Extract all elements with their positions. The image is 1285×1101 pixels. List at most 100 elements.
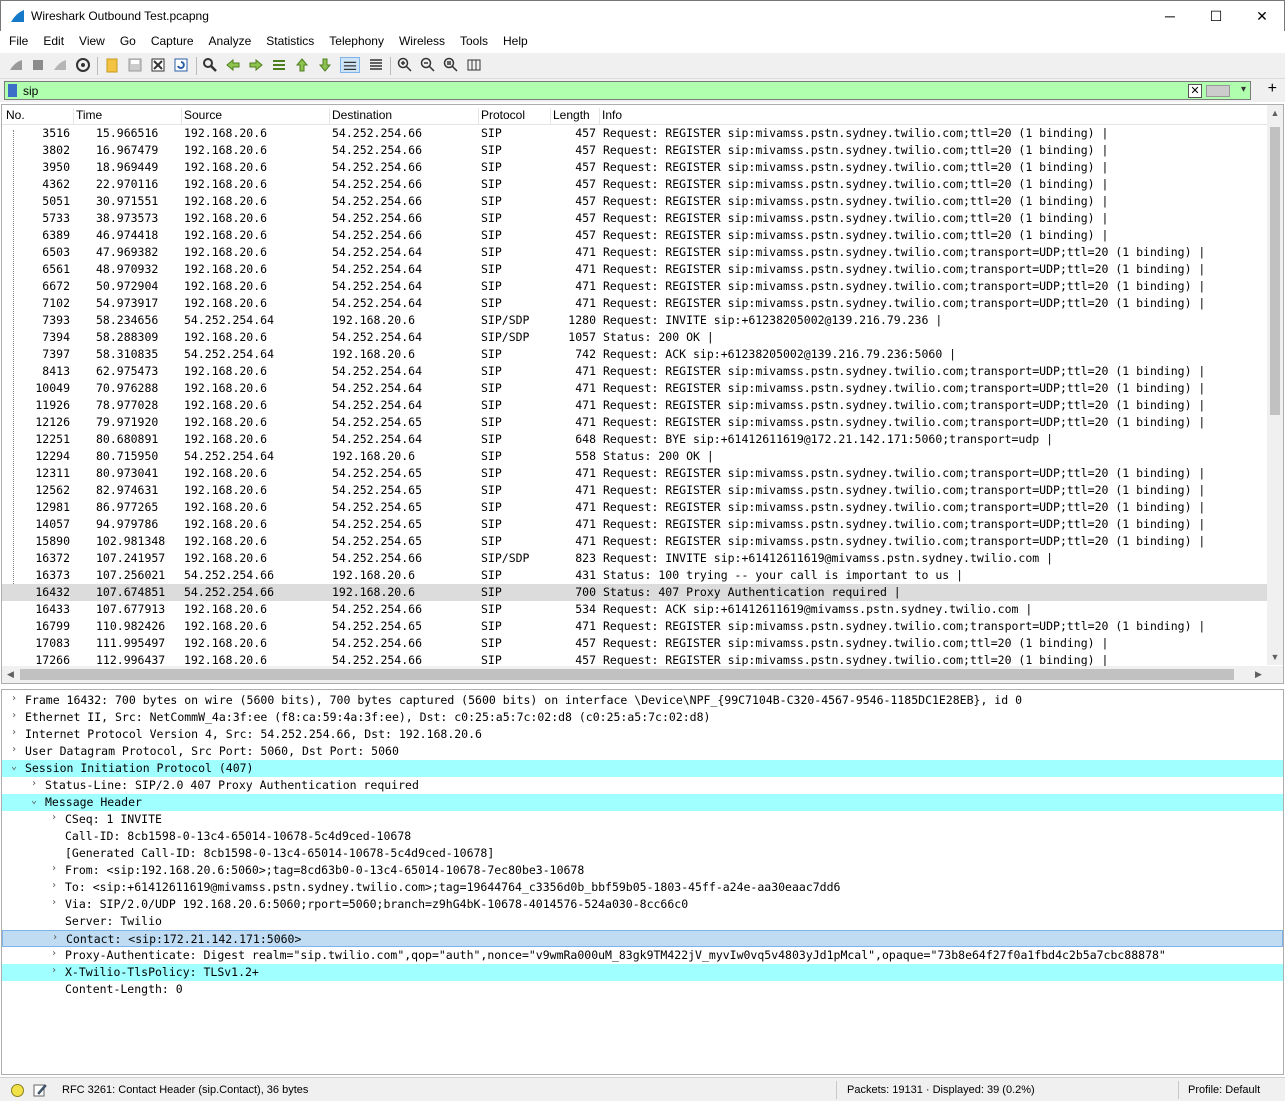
table-row[interactable]: 7397 58.310835 54.252.254.64 192.168.20.6 SI… [2, 346, 1267, 363]
table-row[interactable]: 8413 62.975473 192.168.20.6 54.252.254.64 SI… [2, 363, 1267, 380]
table-row[interactable]: 16373 107.256021 54.252.254.66 192.168.20.6… [2, 567, 1267, 584]
table-row[interactable]: 6672 50.972904 192.168.20.6 54.252.254.64 SI… [2, 278, 1267, 295]
detail-row[interactable]: Call-ID: 8cb1598-0-13c4-65014-10678-5c4d… [2, 828, 1283, 845]
detail-row[interactable]: › CSeq: 1 INVITE [2, 811, 1283, 828]
table-row[interactable]: 12251 80.680891 192.168.20.6 54.252.254.64 S… [2, 431, 1267, 448]
column-header-info[interactable]: Info [600, 108, 1267, 125]
detail-row[interactable]: › Internet Protocol Version 4, Src: 54.25… [2, 726, 1283, 743]
table-row[interactable]: 7102 54.973917 192.168.20.6 54.252.254.64 SI… [2, 295, 1267, 312]
detail-row[interactable]: [Generated Call-ID: 8cb1598-0-13c4-65014… [2, 845, 1283, 862]
table-row[interactable]: 11926 78.977028 192.168.20.6 54.252.254.64 S… [2, 397, 1267, 414]
table-row[interactable]: 3516 15.966516 192.168.20.6 54.252.254.66 SI… [2, 125, 1267, 142]
table-row[interactable]: 6389 46.974418 192.168.20.6 54.252.254.66 SI… [2, 227, 1267, 244]
table-row[interactable]: 10049 70.976288 192.168.20.6 54.252.254.64 S… [2, 380, 1267, 397]
menu-file[interactable]: File [0, 31, 35, 48]
scroll-right-icon[interactable]: ▶ [1250, 666, 1267, 683]
resize-columns-icon[interactable] [466, 57, 482, 73]
table-row[interactable]: 12562 82.974631 192.168.20.6 54.252.254.65 S… [2, 482, 1267, 499]
column-header-protocol[interactable]: Protocol [479, 108, 551, 125]
column-header-destination[interactable]: Destination [330, 108, 479, 125]
display-filter-text[interactable]: sip [23, 84, 38, 98]
detail-row[interactable]: › User Datagram Protocol, Src Port: 5060,… [2, 743, 1283, 760]
bookmark-icon[interactable] [8, 84, 17, 97]
packet-list-horizontal-scrollbar[interactable]: ◀ ▶ [2, 666, 1283, 683]
table-row[interactable]: 5051 30.971551 192.168.20.6 54.252.254.66 SI… [2, 193, 1267, 210]
table-row[interactable]: 16372 107.241957 192.168.20.6 54.252.254.66… [2, 550, 1267, 567]
collapse-chevron-icon[interactable]: ⌄ [28, 795, 40, 806]
save-file-icon[interactable] [127, 57, 143, 73]
close-file-icon[interactable] [150, 57, 166, 73]
table-row[interactable]: 5733 38.973573 192.168.20.6 54.252.254.66 SI… [2, 210, 1267, 227]
apply-filter-icon[interactable] [1206, 85, 1230, 97]
maximize-button[interactable]: ☐ [1193, 1, 1239, 31]
detail-row[interactable]: › Via: SIP/2.0/UDP 192.168.20.6:5060;rpor… [2, 896, 1283, 913]
menu-telephony[interactable]: Telephony [321, 31, 391, 48]
detail-row[interactable]: Content-Length: 0 [2, 981, 1283, 998]
packet-details-tree[interactable]: › Frame 16432: 700 bytes on wire (5600 bi… [1, 689, 1284, 1075]
expand-chevron-icon[interactable]: › [8, 710, 20, 721]
scroll-left-icon[interactable]: ◀ [2, 666, 19, 683]
table-row[interactable]: 7393 58.234656 54.252.254.64 192.168.20.6 SI… [2, 312, 1267, 329]
go-back-icon[interactable] [225, 57, 241, 73]
expand-chevron-icon[interactable]: › [48, 812, 60, 823]
start-capture-icon[interactable] [8, 57, 24, 73]
collapse-chevron-icon[interactable]: ⌄ [8, 761, 20, 772]
expand-chevron-icon[interactable]: › [8, 744, 20, 755]
menu-wireless[interactable]: Wireless [391, 31, 452, 48]
table-row[interactable]: 4362 22.970116 192.168.20.6 54.252.254.66 SI… [2, 176, 1267, 193]
hscroll-thumb[interactable] [20, 669, 1234, 680]
close-button[interactable]: ✕ [1239, 1, 1285, 31]
capture-options-icon[interactable] [75, 57, 91, 73]
zoom-in-icon[interactable] [397, 57, 413, 73]
table-row[interactable]: 16799 110.982426 192.168.20.6 54.252.254.65… [2, 618, 1267, 635]
colorize-icon[interactable] [368, 57, 384, 73]
table-row[interactable]: 16433 107.677913 192.168.20.6 54.252.254.66… [2, 601, 1267, 618]
menu-go[interactable]: Go [112, 31, 143, 48]
menu-edit[interactable]: Edit [35, 31, 71, 48]
table-row[interactable]: 3950 18.969449 192.168.20.6 54.252.254.66 SI… [2, 159, 1267, 176]
capture-comment-icon[interactable] [33, 1083, 47, 1097]
zoom-out-icon[interactable] [420, 57, 436, 73]
column-header-length[interactable]: Length [551, 108, 600, 125]
menu-help[interactable]: Help [495, 31, 535, 48]
table-row[interactable]: 12981 86.977265 192.168.20.6 54.252.254.65 S… [2, 499, 1267, 516]
open-file-icon[interactable] [104, 57, 120, 73]
expand-chevron-icon[interactable]: › [8, 727, 20, 738]
column-header-time[interactable]: Time [74, 108, 182, 125]
scroll-thumb[interactable] [1270, 127, 1280, 415]
table-row[interactable]: 12126 79.971920 192.168.20.6 54.252.254.65 S… [2, 414, 1267, 431]
table-row[interactable]: 14057 94.979786 192.168.20.6 54.252.254.65 S… [2, 516, 1267, 533]
add-filter-button[interactable]: + [1268, 80, 1277, 98]
scroll-up-icon[interactable]: ▲ [1267, 105, 1283, 121]
menu-analyze[interactable]: Analyze [201, 31, 259, 48]
expand-chevron-icon[interactable]: › [48, 948, 60, 959]
expand-chevron-icon[interactable]: › [8, 693, 20, 704]
menu-capture[interactable]: Capture [143, 31, 201, 48]
detail-row[interactable]: ⌄ Message Header [2, 794, 1283, 811]
go-last-packet-icon[interactable] [317, 57, 333, 73]
table-row[interactable]: 3802 16.967479 192.168.20.6 54.252.254.66 SI… [2, 142, 1267, 159]
table-row[interactable]: 7394 58.288309 192.168.20.6 54.252.254.64 SI… [2, 329, 1267, 346]
restart-capture-icon[interactable] [52, 57, 68, 73]
table-row[interactable]: 16432 107.674851 54.252.254.66 192.168.20.6… [2, 584, 1267, 601]
expand-chevron-icon[interactable]: › [49, 932, 61, 943]
column-header-source[interactable]: Source [182, 108, 330, 125]
expand-chevron-icon[interactable]: › [28, 778, 40, 789]
auto-scroll-icon[interactable] [340, 57, 360, 73]
detail-row[interactable]: ⌄ Session Initiation Protocol (407) [2, 760, 1283, 777]
detail-row[interactable]: › Status-Line: SIP/2.0 407 Proxy Authenti… [2, 777, 1283, 794]
expand-chevron-icon[interactable]: › [48, 863, 60, 874]
expand-chevron-icon[interactable]: › [48, 965, 60, 976]
configuration-profile[interactable]: Profile: Default [1188, 1084, 1260, 1096]
detail-row[interactable]: › Frame 16432: 700 bytes on wire (5600 bi… [2, 692, 1283, 709]
packet-list-vertical-scrollbar[interactable]: ▲ ▼ [1267, 105, 1283, 665]
expand-chevron-icon[interactable]: › [48, 897, 60, 908]
detail-row[interactable]: › X-Twilio-TlsPolicy: TLSv1.2+ [2, 964, 1283, 981]
go-to-packet-icon[interactable] [271, 57, 287, 73]
go-forward-icon[interactable] [248, 57, 264, 73]
detail-row[interactable]: › Proxy-Authenticate: Digest realm="sip.t… [2, 947, 1283, 964]
menu-view[interactable]: View [71, 31, 112, 48]
detail-row[interactable]: › Ethernet II, Src: NetCommW_4a:3f:ee (f8… [2, 709, 1283, 726]
detail-row[interactable]: › Contact: <sip:172.21.142.171:5060> [2, 930, 1283, 947]
expand-chevron-icon[interactable]: › [48, 880, 60, 891]
